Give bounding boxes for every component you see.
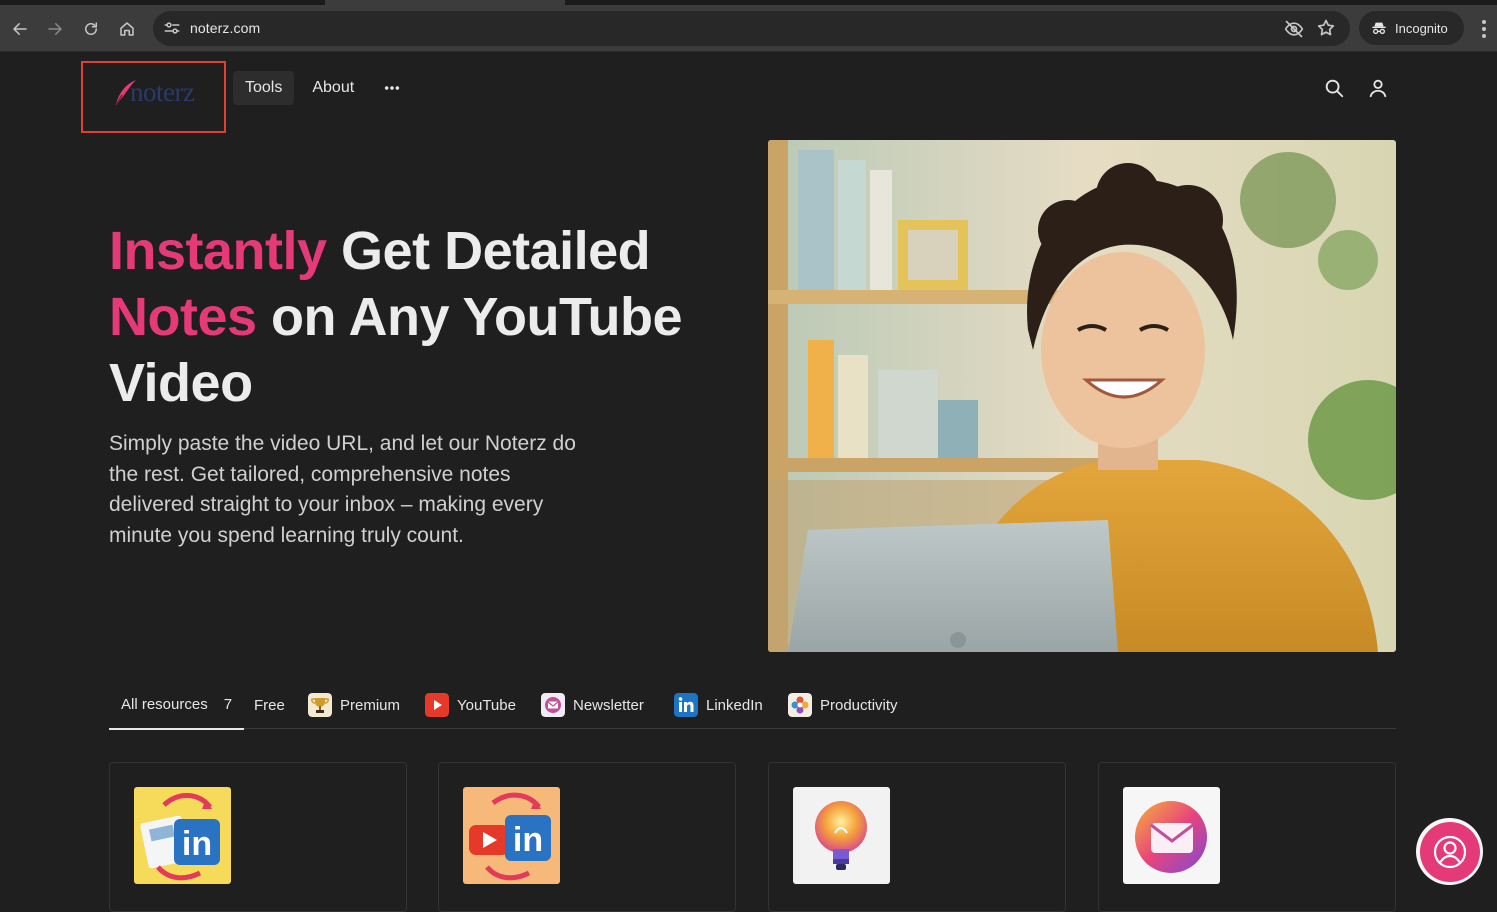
youtube-to-linkedin-icon: in (463, 787, 560, 884)
resource-card[interactable]: in (109, 762, 407, 912)
lightbulb-icon (793, 787, 890, 884)
tab-label: YouTube (457, 696, 516, 714)
tab-label: Free (254, 696, 285, 714)
nav-about[interactable]: About (300, 71, 366, 105)
address-bar[interactable]: noterz.com (153, 11, 1350, 46)
resource-tabs: All resources 7 Free Premium YouTube New… (109, 681, 1396, 730)
user-circle-icon (1433, 835, 1466, 868)
main-nav: Tools About (233, 71, 412, 105)
youtube-icon (425, 693, 449, 717)
tab-free[interactable]: Free (254, 681, 285, 729)
back-arrow-icon[interactable] (7, 16, 33, 42)
article-to-linkedin-icon: in (134, 787, 231, 884)
tab-count: 7 (223, 696, 233, 713)
hero-title-part-1: Get Detailed (326, 221, 651, 281)
tab-premium[interactable]: Premium (308, 681, 400, 729)
resource-card[interactable] (1098, 762, 1396, 912)
site-settings-icon[interactable] (163, 19, 181, 37)
hero-photo (768, 140, 1396, 652)
bookmark-star-icon[interactable] (1316, 18, 1336, 38)
trophy-icon (308, 693, 332, 717)
tab-label: Productivity (820, 696, 898, 714)
tab-productivity[interactable]: Productivity (788, 681, 898, 729)
tab-label: All resources (121, 696, 208, 713)
support-chat-inner (1419, 821, 1480, 882)
user-account-icon[interactable] (1367, 77, 1389, 99)
hero-subtitle: Simply paste the video URL, and let our … (109, 432, 576, 547)
nav-more-button[interactable] (372, 71, 412, 105)
linkedin-icon (674, 693, 698, 717)
email-icon (1123, 787, 1220, 884)
nav-tools[interactable]: Tools (233, 71, 295, 105)
svg-text:in: in (513, 821, 543, 859)
tab-all-resources[interactable]: All resources 7 (109, 681, 245, 730)
tab-label: Premium (340, 696, 401, 714)
site-header: noterz Tools About (0, 52, 1497, 133)
logo-text: noterz (130, 76, 195, 107)
tab-label: LinkedIn (706, 696, 763, 714)
svg-text:in: in (182, 825, 212, 863)
incognito-badge[interactable]: Incognito (1359, 11, 1464, 45)
support-chat-button[interactable] (1416, 818, 1483, 885)
incognito-icon (1372, 22, 1386, 34)
resource-card[interactable]: in (438, 762, 736, 912)
tab-linkedin[interactable]: LinkedIn (674, 681, 763, 729)
forward-arrow-icon[interactable] (42, 16, 68, 42)
eye-off-icon[interactable] (1284, 19, 1304, 39)
newsletter-icon (541, 693, 565, 717)
noterz-logo[interactable]: noterz (112, 74, 195, 110)
tab-youtube[interactable]: YouTube (425, 681, 516, 729)
hero-title-accent-2: Notes (109, 287, 257, 347)
tab-newsletter[interactable]: Newsletter (541, 681, 644, 729)
more-dots-icon (385, 86, 400, 90)
hero-title-accent-1: Instantly (109, 221, 327, 281)
tab-label: Newsletter (573, 696, 644, 714)
hero-photo-illustration (768, 140, 1396, 652)
hero-title: Instantly Get Detailed Notes on Any YouT… (109, 218, 729, 416)
productivity-icon (788, 693, 812, 717)
reload-icon[interactable] (78, 16, 104, 42)
search-icon[interactable] (1323, 77, 1345, 99)
resource-card[interactable] (768, 762, 1066, 912)
browser-menu-icon[interactable] (1476, 17, 1492, 41)
url-text[interactable]: noterz.com (190, 20, 260, 36)
incognito-label: Incognito (1395, 20, 1448, 36)
home-icon[interactable] (114, 16, 140, 42)
browser-toolbar: noterz.com Incognito (0, 5, 1497, 52)
